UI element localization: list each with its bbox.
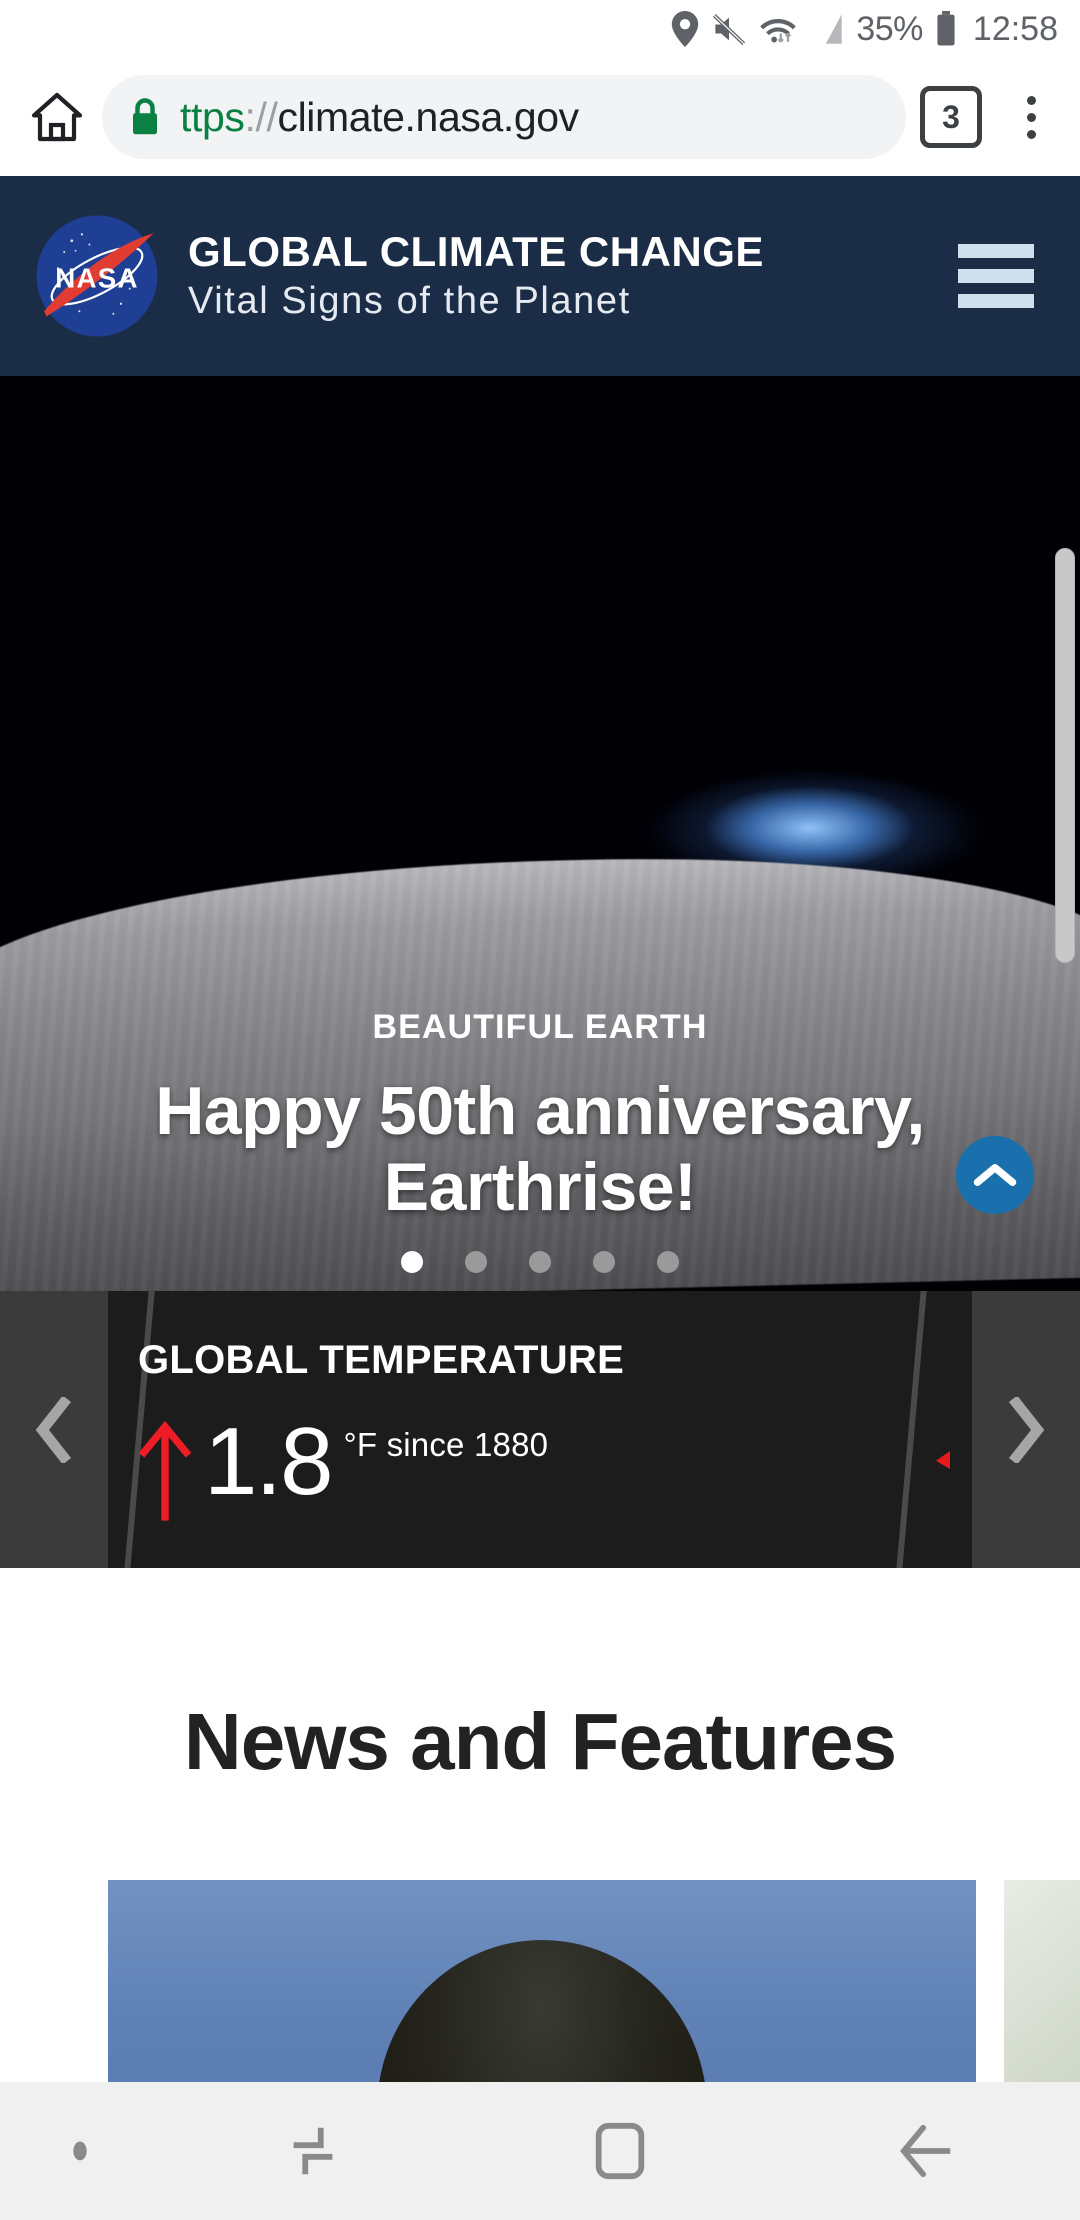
tab-switcher-button[interactable]: 3 [920,86,982,148]
nav-back-button[interactable] [773,2122,1080,2180]
overflow-menu-icon[interactable] [1004,82,1058,152]
scroll-to-top-button[interactable] [956,1136,1034,1214]
chevron-left-icon [35,1396,72,1463]
hero-eyebrow: BEAUTIFUL EARTH [372,1008,708,1046]
tab-count-label: 3 [942,98,960,135]
url-scheme: ttps [180,93,245,140]
svg-text:NASA: NASA [55,262,139,293]
carousel-dot-5[interactable] [657,1251,679,1273]
vital-sign-value: 1.8 [204,1408,333,1515]
hero-carousel[interactable]: BEAUTIFUL EARTH Happy 50th anniversary, … [0,376,1080,1291]
clock-label: 12:58 [972,9,1058,48]
card-divider-right [893,1291,929,1568]
news-card[interactable] [108,1880,976,2110]
vital-signs-carousel: GLOBAL TEMPERATURE 1.8 °F since 1880 [0,1291,1080,1568]
chevron-up-icon [973,1163,1017,1186]
news-section-heading: News and Features [183,1697,897,1786]
url-host: climate.nasa.gov [277,93,579,140]
url-text: ttps://climate.nasa.gov [180,94,579,141]
news-and-features-section: News and Features [0,1568,1080,2133]
carousel-dot-2[interactable] [465,1251,487,1273]
nasa-meatball-logo[interactable]: NASA [34,213,160,339]
site-header: NASA GLOBAL CLIMATE CHANGE Vital Signs o… [0,176,1080,376]
carousel-dot-4[interactable] [593,1251,615,1273]
android-navigation-bar [0,2082,1080,2220]
home-square-icon [595,2122,645,2180]
browser-toolbar: ttps://climate.nasa.gov 3 [0,58,1080,176]
hamburger-menu-icon[interactable] [958,244,1034,308]
hero-text-block: BEAUTIFUL EARTH Happy 50th anniversary, … [0,1008,1080,1225]
nav-recents-button[interactable] [160,2120,467,2182]
vital-sign-value-row: 1.8 °F since 1880 [136,1408,549,1529]
location-pin-icon [670,11,700,47]
battery-percent-label: 35% [856,9,923,48]
cellular-signal-icon [810,13,844,45]
back-arrow-icon [899,2124,950,2178]
vital-sign-label: GLOBAL TEMPERATURE [138,1338,625,1382]
battery-icon [935,11,957,47]
page-scrollbar-thumb[interactable] [1055,548,1075,963]
wifi-data-icon [758,12,798,46]
site-header-titles: GLOBAL CLIMATE CHANGE Vital Signs of the… [188,228,764,325]
mute-bell-icon [712,12,746,46]
hero-title: Happy 50th anniversary, Earthrise! [155,1073,925,1226]
chevron-right-icon [1008,1396,1045,1463]
carousel-dots[interactable] [0,1251,1080,1273]
url-bar[interactable]: ttps://climate.nasa.gov [102,75,906,159]
nav-home-button[interactable] [467,2120,774,2182]
site-title: GLOBAL CLIMATE CHANGE [188,227,764,275]
carousel-dot-1[interactable] [401,1251,423,1273]
nav-dot-indicator [0,2139,160,2163]
news-card-list [0,1880,1080,2110]
home-icon[interactable] [22,82,92,152]
site-subtitle: Vital Signs of the Planet [188,279,631,322]
vital-signs-next-button[interactable] [972,1291,1080,1568]
url-separator: :// [244,93,278,140]
carousel-dot-3[interactable] [529,1251,551,1273]
recents-icon [293,2127,333,2175]
vital-signs-prev-button[interactable] [0,1291,108,1568]
arrow-up-icon [136,1420,194,1529]
dot-indicator-icon [73,2141,87,2161]
vital-sign-unit: °F since 1880 [343,1426,549,1463]
android-status-bar: 35% 12:58 [0,0,1080,58]
next-card-arrow-peek [936,1451,950,1469]
vital-sign-card-global-temperature[interactable]: GLOBAL TEMPERATURE 1.8 °F since 1880 [108,1291,972,1568]
lock-icon [128,96,162,138]
news-card[interactable] [1004,1880,1080,2110]
